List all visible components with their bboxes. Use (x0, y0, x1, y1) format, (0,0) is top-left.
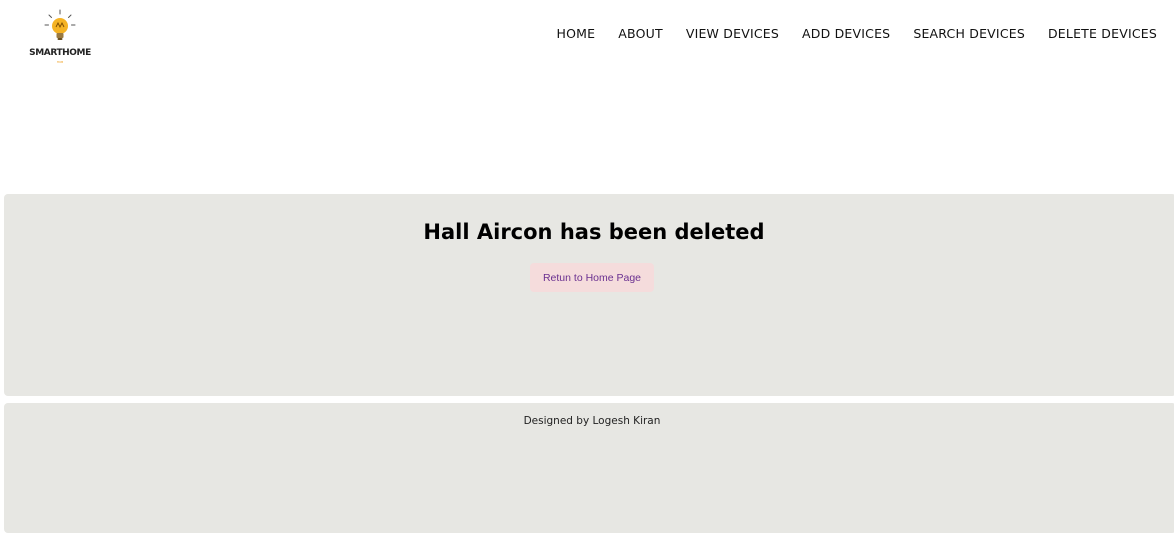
site-header: SMARTHOME HUB HOME ABOUT VIEW DEVICES AD… (0, 0, 1174, 70)
nav-about[interactable]: ABOUT (618, 26, 663, 41)
return-home-button[interactable]: Retun to Home Page (530, 263, 654, 292)
logo-text: SMARTHOME (29, 48, 91, 58)
nav-home[interactable]: HOME (557, 26, 596, 41)
lightbulb-icon (44, 9, 76, 40)
nav-search-devices[interactable]: SEARCH DEVICES (913, 26, 1025, 41)
nav-delete-devices[interactable]: DELETE DEVICES (1048, 26, 1157, 41)
main-panel: Hall Aircon has been deleted Retun to Ho… (4, 194, 1174, 396)
main-nav: HOME ABOUT VIEW DEVICES ADD DEVICES SEAR… (557, 26, 1157, 41)
logo-subtext: HUB (56, 60, 64, 64)
footer-credit: Designed by Logesh Kiran (523, 415, 661, 427)
smarthome-logo[interactable]: SMARTHOME HUB (27, 8, 93, 68)
nav-add-devices[interactable]: ADD DEVICES (802, 26, 890, 41)
nav-view-devices[interactable]: VIEW DEVICES (686, 26, 779, 41)
footer: Designed by Logesh Kiran (4, 403, 1174, 533)
deletion-message: Hall Aircon has been deleted (423, 220, 765, 244)
